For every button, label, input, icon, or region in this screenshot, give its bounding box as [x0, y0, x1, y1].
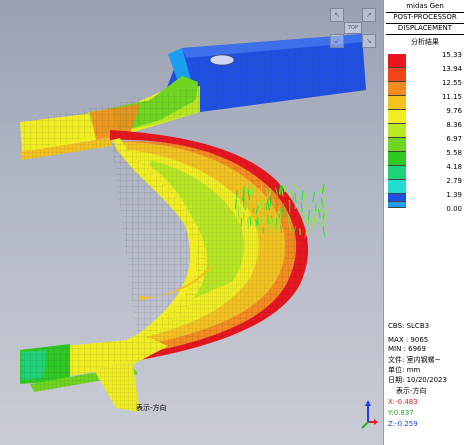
hanger-element: [322, 226, 326, 237]
hanger-element: [303, 193, 305, 204]
hanger-element: [292, 184, 296, 190]
legend-swatch: [388, 194, 406, 202]
legend-row: 15.33: [384, 48, 465, 68]
hanger-element: [312, 191, 316, 203]
app-name: midas Gen: [406, 2, 444, 10]
hanger-element: [292, 196, 295, 202]
hanger-element: [324, 204, 328, 214]
legend-row: 2.79: [384, 174, 465, 194]
hanger-element: [280, 225, 283, 234]
module-name: POST-PROCESSOR: [393, 13, 457, 21]
legend-value: 0.00: [446, 205, 462, 213]
view-direction-label: 表示-方向: [396, 387, 427, 395]
hanger-element: [289, 189, 292, 198]
hanger-element: [306, 203, 309, 214]
view-cube-top-face[interactable]: TOP: [344, 22, 362, 34]
hanger-element: [305, 216, 308, 226]
hanger-element: [322, 184, 325, 194]
hanger-element: [322, 196, 326, 207]
result-panel: midas Gen POST-PROCESSOR DISPLACEMENT 分析…: [383, 0, 465, 445]
legend-value: 5.58: [446, 149, 462, 157]
hanger-element: [318, 204, 322, 213]
legend-value: 12.55: [441, 79, 462, 87]
y-direction: Y:0.837: [388, 409, 414, 417]
hanger-element: [310, 218, 313, 228]
legend-value: 13.94: [441, 65, 462, 73]
hanger-element: [301, 190, 304, 201]
date-label: 日期: 10/20/2023: [388, 376, 447, 384]
model-viewport[interactable]: ↖ ↗ ↙ ↘ TOP: [0, 0, 383, 445]
x-direction: X:-0.483: [388, 398, 418, 406]
hanger-element: [300, 202, 303, 213]
divider: [386, 34, 464, 35]
hanger-element: [322, 212, 325, 219]
view-cube-corner-sw[interactable]: ↙: [330, 34, 344, 48]
hanger-element: [288, 199, 291, 205]
legend-row: 13.94: [384, 62, 465, 82]
legend-row: 11.15: [384, 90, 465, 110]
legend-value: 9.76: [446, 107, 462, 115]
legend-row: 12.55: [384, 76, 465, 96]
file-name: 文件: 室内钢螺~: [388, 356, 441, 364]
coordinate-axis-icon: [361, 400, 378, 429]
hanger-element: [236, 189, 238, 199]
load-combination: CBS: SLCB3: [388, 322, 430, 330]
legend-row: 4.18: [384, 160, 465, 180]
hanger-element: [315, 214, 317, 225]
hanger-element: [298, 184, 301, 190]
legend-value: 15.33: [441, 51, 462, 59]
bottom-landing: [20, 338, 168, 412]
legend-row: 8.36: [384, 118, 465, 138]
hanger-element: [319, 188, 322, 193]
view-cube-corner-nw[interactable]: ↖: [330, 8, 344, 22]
legend-row: 5.58: [384, 146, 465, 166]
min-node: MIN : 6969: [388, 345, 426, 353]
legend-row: 9.76: [384, 104, 465, 124]
max-node: MAX : 9065: [388, 336, 429, 344]
view-cube[interactable]: ↖ ↗ ↙ ↘ TOP: [330, 8, 376, 48]
legend-title: 分析結果: [411, 38, 439, 46]
legend-value: 2.79: [446, 177, 462, 185]
hanger-element: [268, 190, 271, 197]
hanger-element: [284, 185, 287, 193]
legend-row: 6.97: [384, 132, 465, 152]
view-cube-corner-ne[interactable]: ↗: [362, 8, 376, 22]
legend-value: 1.39: [446, 191, 462, 199]
unit-label: 单位: mm: [388, 366, 421, 374]
legend-value: 6.97: [446, 135, 462, 143]
hanger-element: [313, 217, 316, 225]
legend-row: 0.00: [384, 194, 465, 216]
z-direction: Z:-0.259: [388, 420, 418, 428]
hanger-element: [257, 217, 259, 225]
hanger-element: [294, 192, 297, 203]
result-type: DISPLACEMENT: [397, 24, 453, 32]
legend-value: 8.36: [446, 121, 462, 129]
legend-value: 4.18: [446, 163, 462, 171]
view-direction-caption: 表示-方向: [136, 404, 167, 412]
legend-value: 11.15: [441, 93, 462, 101]
stair-model-contour[interactable]: [0, 0, 383, 445]
view-cube-corner-se[interactable]: ↘: [362, 34, 376, 48]
hanger-element: [308, 209, 310, 221]
